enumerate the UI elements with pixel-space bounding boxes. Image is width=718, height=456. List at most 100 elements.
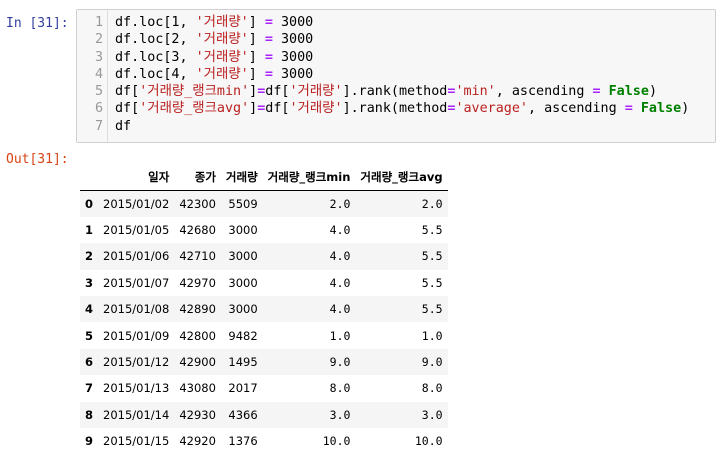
table-cell: 42920 bbox=[179, 434, 216, 449]
code-line: 5 df['거래량_랭크min']=df['거래량'].rank(method='… bbox=[77, 83, 715, 100]
line-number: 7 bbox=[94, 118, 103, 134]
table-cell: 5.5 bbox=[421, 302, 443, 317]
table-cell: 8.0 bbox=[329, 381, 351, 396]
code-token: '거래량' bbox=[289, 84, 343, 100]
code-token: ] bbox=[248, 49, 265, 65]
code-lines: 1 df.loc[1, '거래량'] = 3000 2 df.loc[2, '거래량'… bbox=[77, 14, 715, 135]
code-token: df[ bbox=[265, 101, 290, 117]
code-token: = bbox=[592, 84, 601, 100]
code-text: df.loc[1, '거래량'] = 3000 bbox=[115, 14, 313, 31]
code-token: = bbox=[624, 101, 633, 117]
code-line: 6 df['거래량_랭크avg']=df['거래량'].rank(method='… bbox=[77, 100, 715, 117]
table-cell: 42900 bbox=[179, 355, 216, 370]
table-cell: 10.0 bbox=[322, 434, 351, 449]
code-token: ].rank(method bbox=[342, 84, 448, 100]
table-cell: 2015/01/12 bbox=[103, 355, 170, 370]
code-token: '거래량_랭크min' bbox=[139, 84, 250, 100]
row-index: 1 bbox=[85, 223, 94, 238]
code-token: df.loc[2, bbox=[115, 32, 196, 48]
output-prompt: Out[31]: bbox=[6, 152, 69, 167]
table-row: 4 2015/01/08 42890 3000 4.0 5.5 bbox=[80, 296, 448, 323]
table-row: 1 2015/01/05 42680 3000 4.0 5.5 bbox=[80, 217, 448, 243]
code-token: df.loc[3, bbox=[115, 49, 196, 65]
table-cell: 1.0 bbox=[329, 328, 351, 343]
code-token: 3000 bbox=[272, 49, 314, 65]
code-token: '거래량' bbox=[195, 66, 249, 82]
code-token: ) bbox=[648, 84, 657, 100]
line-number: 2 bbox=[94, 32, 103, 48]
table-cell: 5.5 bbox=[421, 249, 443, 264]
row-index: 5 bbox=[85, 328, 94, 343]
table-cell: 5.5 bbox=[421, 223, 443, 238]
table-cell: 1495 bbox=[228, 355, 258, 370]
code-token: ] bbox=[249, 101, 258, 117]
table-cell: 2015/01/08 bbox=[103, 302, 170, 317]
column-header: 거래량 bbox=[220, 164, 263, 191]
table-cell: 42890 bbox=[179, 302, 216, 317]
line-number: 6 bbox=[94, 101, 103, 117]
table-cell: 4.0 bbox=[329, 275, 351, 290]
code-token: 'min' bbox=[455, 84, 496, 100]
table-cell: 2015/01/14 bbox=[103, 407, 170, 422]
dataframe-header-row: 일자 종가 거래량 거래량_랭크min 거래량_랭크avg bbox=[80, 164, 448, 191]
table-cell: 42800 bbox=[179, 328, 216, 343]
table-cell: 4.0 bbox=[329, 249, 351, 264]
table-cell: 1.0 bbox=[421, 328, 443, 343]
row-index: 4 bbox=[85, 302, 94, 317]
row-index: 2 bbox=[85, 249, 94, 264]
table-cell: 4.0 bbox=[329, 223, 351, 238]
table-cell: 2017 bbox=[228, 381, 258, 396]
code-token: '거래량' bbox=[195, 49, 249, 65]
table-cell: 2015/01/13 bbox=[103, 381, 170, 396]
code-line: 7 df bbox=[77, 118, 715, 135]
column-header: 종가 bbox=[174, 164, 221, 191]
table-cell: 42300 bbox=[179, 196, 216, 211]
code-token: False bbox=[640, 101, 682, 117]
code-token: df.loc[4, bbox=[115, 66, 196, 82]
code-line: 2 df.loc[2, '거래량'] = 3000 bbox=[77, 31, 715, 48]
code-token: '거래량' bbox=[289, 101, 343, 117]
table-cell: 5.5 bbox=[421, 275, 443, 290]
table-cell: 42970 bbox=[179, 275, 216, 290]
code-token: = bbox=[264, 66, 273, 82]
code-token: ] bbox=[248, 32, 265, 48]
table-row: 7 2015/01/13 43080 2017 8.0 8.0 bbox=[80, 375, 448, 401]
code-cell-editor[interactable]: 1 df.loc[1, '거래량'] = 3000 2 df.loc[2, '거래량'… bbox=[76, 9, 716, 143]
table-cell: 9.0 bbox=[329, 355, 351, 370]
table-row: 6 2015/01/12 42900 1495 9.0 9.0 bbox=[80, 348, 448, 376]
table-row: 8 2015/01/14 42930 4366 3.0 3.0 bbox=[80, 401, 448, 429]
code-line: 4 df.loc[4, '거래량'] = 3000 bbox=[77, 66, 715, 83]
code-token: 'average' bbox=[455, 101, 528, 117]
table-cell: 8.0 bbox=[421, 381, 443, 396]
table-cell: 4.0 bbox=[329, 302, 351, 317]
code-token: = bbox=[264, 49, 273, 65]
table-cell: 3.0 bbox=[329, 407, 351, 422]
code-token: ) bbox=[681, 101, 690, 117]
row-index: 7 bbox=[85, 381, 94, 396]
table-cell: 5509 bbox=[228, 196, 258, 211]
code-token: = bbox=[264, 32, 273, 48]
code-token: 3000 bbox=[272, 32, 314, 48]
table-cell: 3.0 bbox=[421, 407, 443, 422]
code-token: ] bbox=[248, 15, 265, 30]
table-cell: 42930 bbox=[179, 407, 216, 422]
table-cell: 3000 bbox=[228, 302, 258, 317]
table-cell: 2015/01/02 bbox=[103, 196, 170, 211]
table-row: 9 2015/01/15 42920 1376 10.0 10.0 bbox=[80, 428, 448, 454]
line-number: 5 bbox=[94, 84, 103, 100]
table-row: 0 2015/01/02 42300 5509 2.0 2.0 bbox=[80, 190, 448, 217]
row-index: 8 bbox=[85, 407, 94, 422]
table-cell: 2015/01/09 bbox=[103, 328, 170, 343]
table-row: 3 2015/01/07 42970 3000 4.0 5.5 bbox=[80, 270, 448, 296]
code-text: df.loc[2, '거래량'] = 3000 bbox=[115, 31, 313, 48]
code-token: = bbox=[264, 15, 273, 30]
column-header: 거래량_랭크avg bbox=[355, 164, 448, 191]
code-text: df.loc[4, '거래량'] = 3000 bbox=[115, 66, 313, 83]
line-number: 1 bbox=[94, 15, 103, 30]
code-token: df bbox=[115, 118, 132, 134]
code-token: '거래량' bbox=[195, 15, 249, 30]
table-cell: 10.0 bbox=[414, 434, 443, 449]
row-index: 0 bbox=[85, 196, 94, 211]
table-cell: 2.0 bbox=[329, 196, 351, 211]
